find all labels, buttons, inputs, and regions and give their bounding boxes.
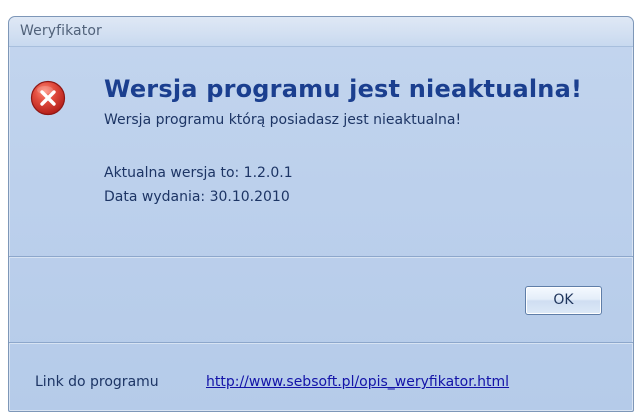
program-link-label: Link do programu (35, 374, 159, 390)
dialog-window: Weryfikator Wersja programu jest nieaktu… (8, 16, 634, 412)
program-link[interactable]: http://www.sebsoft.pl/opis_weryfikator.h… (206, 374, 509, 390)
release-date-text: Data wydania: 30.10.2010 (104, 189, 290, 205)
current-version-text: Aktualna wersja to: 1.2.0.1 (104, 165, 293, 181)
separator-bottom (9, 342, 633, 343)
dialog-heading: Wersja programu jest nieaktualna! (104, 75, 583, 103)
separator-top (9, 256, 633, 257)
ok-button[interactable]: OK (525, 286, 602, 315)
error-icon (30, 80, 66, 116)
window-title: Weryfikator (20, 23, 102, 39)
dialog-description: Wersja programu którą posiadasz jest nie… (104, 112, 462, 128)
title-bar[interactable]: Weryfikator (9, 17, 633, 47)
